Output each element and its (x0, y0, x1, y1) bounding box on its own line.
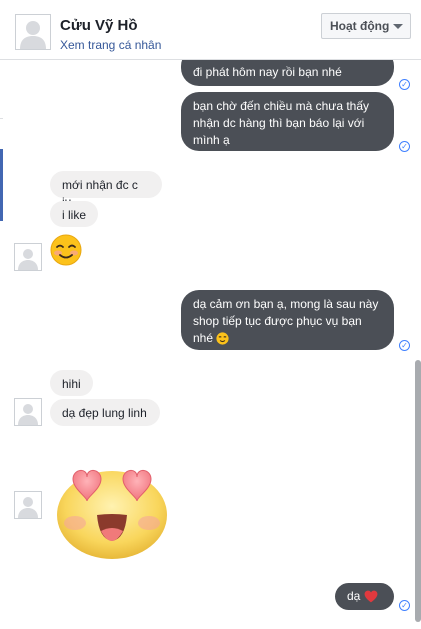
default-avatar-icon (16, 15, 50, 49)
incoming-message[interactable]: mới nhận đc c iu (50, 171, 162, 209)
sidebar-divider (0, 118, 3, 119)
contact-avatar-small[interactable] (14, 491, 42, 519)
heart-eyes-emoji-icon[interactable] (47, 455, 177, 565)
default-avatar-icon (18, 497, 38, 518)
check-circle-icon: ✓ (399, 340, 410, 351)
default-avatar-icon (18, 404, 38, 425)
check-circle-icon: ✓ (399, 600, 410, 611)
smiling-face-icon[interactable] (50, 234, 82, 266)
heart-icon (364, 590, 378, 603)
chat-header: Cửu Vỹ Hồ Xem trang cá nhân Hoạt động (0, 0, 421, 60)
incoming-message[interactable]: dạ đẹp lung linh (50, 399, 160, 426)
sidebar-active-indicator (0, 149, 3, 221)
contact-avatar-small[interactable] (14, 398, 42, 426)
view-profile-link[interactable]: Xem trang cá nhân (60, 38, 161, 52)
incoming-message[interactable]: hihi (50, 370, 93, 396)
outgoing-message[interactable]: dạ (335, 583, 394, 610)
default-avatar-icon (18, 249, 38, 270)
smiling-face-icon (216, 332, 229, 345)
check-circle-icon: ✓ (399, 141, 410, 152)
contact-avatar-small[interactable] (14, 243, 42, 271)
status-dropdown-button[interactable]: Hoạt động (321, 13, 411, 39)
outgoing-message[interactable]: bạn chờ đến chiều mà chưa thấy nhận dc h… (181, 92, 394, 151)
contact-name[interactable]: Cửu Vỹ Hồ (60, 17, 138, 34)
incoming-message[interactable]: i like (50, 201, 98, 227)
outgoing-message[interactable]: dạ cảm ơn bạn ạ, mong là sau này shop ti… (181, 290, 394, 350)
check-circle-icon: ✓ (399, 79, 410, 90)
chevron-down-icon (393, 24, 403, 29)
contact-avatar[interactable] (15, 14, 51, 50)
scrollbar-thumb[interactable] (415, 360, 421, 622)
status-label: Hoạt động (330, 19, 390, 33)
